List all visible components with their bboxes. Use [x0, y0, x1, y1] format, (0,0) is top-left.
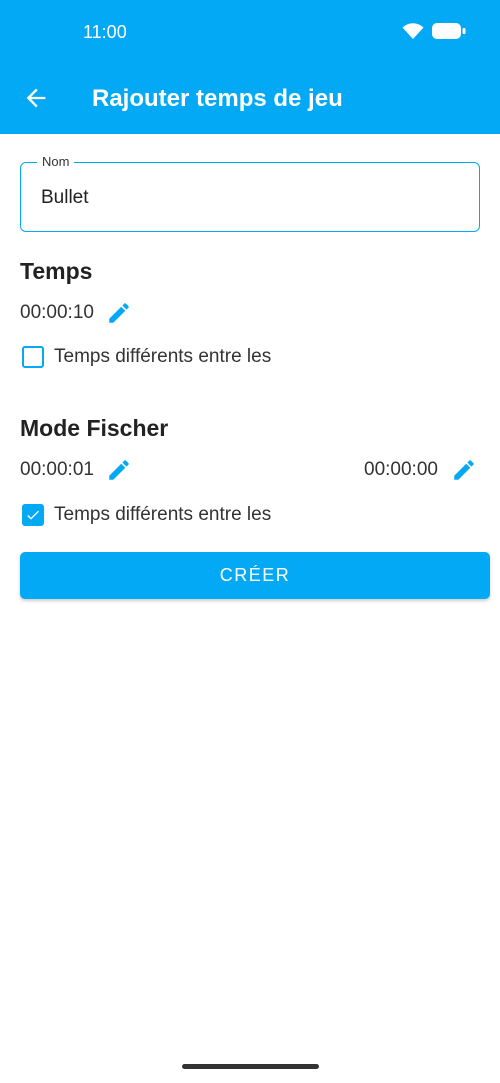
check-icon [27, 510, 39, 520]
fischer-different-checkbox[interactable] [22, 504, 44, 526]
fischer-section-title: Mode Fischer [20, 415, 169, 441]
fischer-different-label: Temps différents entre les [54, 504, 272, 525]
status-time: 11:00 [83, 22, 127, 42]
wifi-icon [402, 23, 424, 39]
status-icons [402, 22, 466, 40]
time-different-row[interactable]: Temps différents entre les [22, 346, 271, 368]
time-different-checkbox[interactable] [22, 346, 44, 368]
name-field-label: Nom [37, 154, 75, 169]
name-field-value: Bullet [41, 187, 89, 208]
time-section-title: Temps [20, 258, 93, 284]
fischer-different-row[interactable]: Temps différents entre les [22, 504, 271, 526]
create-button[interactable]: CRÉER [20, 552, 490, 599]
fischer-value-right: 00:00:00 [364, 459, 438, 480]
edit-time-icon[interactable] [106, 300, 132, 326]
battery-icon [432, 23, 466, 39]
fischer-value-left: 00:00:01 [20, 459, 94, 480]
name-field[interactable]: Nom Bullet [20, 154, 480, 232]
arrow-back-icon[interactable] [22, 84, 50, 112]
time-different-label: Temps différents entre les [54, 346, 272, 367]
home-indicator[interactable] [182, 1064, 319, 1069]
time-value: 00:00:10 [20, 302, 94, 323]
page-title: Rajouter temps de jeu [92, 85, 343, 112]
app-bar: 11:00 Rajouter temps de jeu [0, 0, 500, 134]
edit-fischer-right-icon[interactable] [451, 457, 477, 483]
create-button-label: CRÉER [219, 565, 291, 585]
edit-fischer-left-icon[interactable] [106, 457, 132, 483]
